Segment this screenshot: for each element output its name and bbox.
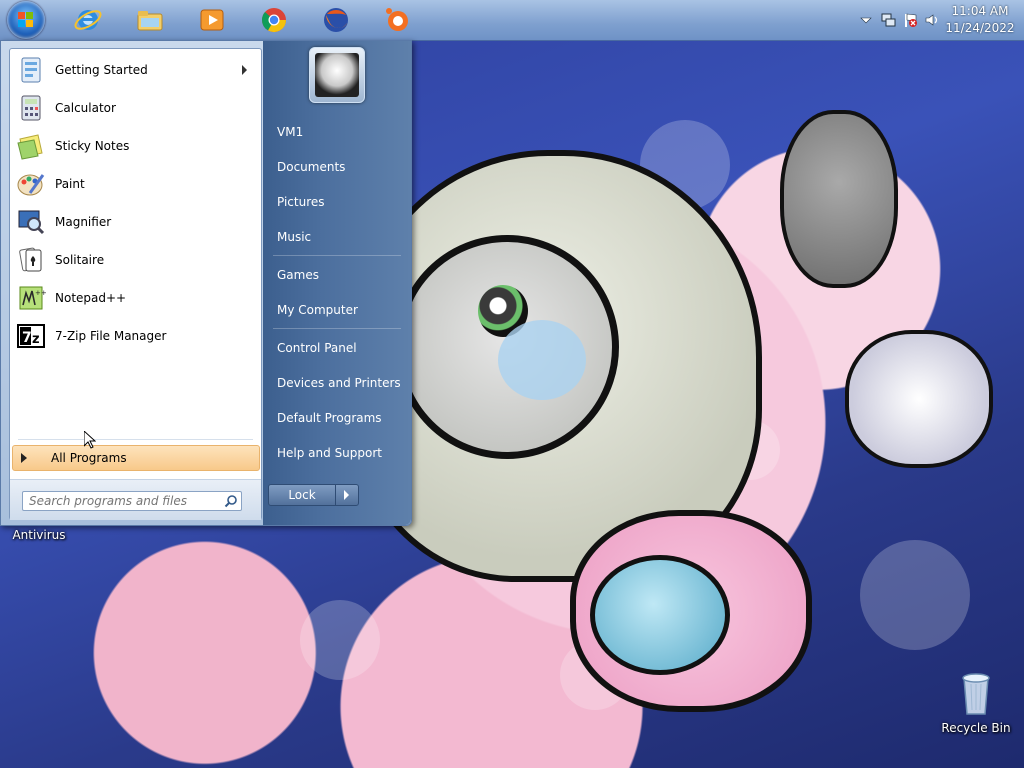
svg-text:7: 7	[22, 330, 32, 346]
taskbar-media-player[interactable]	[196, 4, 228, 36]
wallpaper-character-cheek	[498, 320, 586, 400]
desktop-icon-label: Recycle Bin	[941, 721, 1011, 735]
wallpaper-grey-bear	[780, 110, 898, 288]
program-label: 7-Zip File Manager	[55, 329, 167, 343]
solitaire-icon	[19, 247, 42, 272]
all-programs-button[interactable]: All Programs	[12, 445, 260, 471]
internet-explorer-icon	[74, 10, 102, 30]
getting-started-icon	[21, 57, 41, 83]
windows-flag-icon	[18, 12, 34, 28]
wallpaper-bunny	[845, 330, 993, 468]
programs-separator	[18, 439, 253, 440]
program-magnifier[interactable]: Magnifier	[12, 204, 257, 240]
place-user-folder[interactable]: VM1	[277, 125, 303, 139]
start-menu-programs-pane: Getting Started Calculator Sticky Notes	[9, 48, 262, 520]
places-separator	[273, 255, 401, 256]
magnifier-icon	[18, 210, 45, 235]
desktop-icon-recycle-bin[interactable]: Recycle Bin	[938, 670, 1014, 735]
taskbar-internet-explorer[interactable]	[72, 4, 104, 36]
program-label: Getting Started	[55, 63, 148, 77]
taskbar: 11:04 AM 11/24/2022	[0, 0, 1024, 41]
chevron-right-icon	[344, 490, 349, 500]
start-button[interactable]	[7, 1, 45, 39]
place-default-programs[interactable]: Default Programs	[277, 411, 382, 425]
search-input[interactable]	[22, 491, 242, 511]
search-area	[10, 479, 261, 520]
media-player-icon	[200, 9, 224, 31]
paint-icon	[17, 174, 45, 196]
calculator-icon	[21, 95, 41, 121]
taskbar-chrome[interactable]	[258, 4, 290, 36]
file-explorer-icon	[137, 11, 163, 31]
program-7zip[interactable]: 7 z 7-Zip File Manager	[12, 318, 257, 354]
action-center-flag-icon[interactable]	[902, 12, 918, 28]
place-help-and-support[interactable]: Help and Support	[277, 446, 382, 460]
start-menu: Getting Started Calculator Sticky Notes	[0, 40, 412, 526]
show-hidden-icons-icon[interactable]	[858, 12, 874, 28]
desktop-icon-antivirus[interactable]: Antivirus	[4, 528, 74, 542]
svg-text:++: ++	[35, 289, 46, 297]
wallpaper-bubble	[300, 600, 380, 680]
svg-text:z: z	[32, 332, 40, 347]
clock-time[interactable]: 11:04 AM	[940, 4, 1020, 18]
program-paint[interactable]: Paint	[12, 166, 257, 202]
places-separator	[273, 328, 401, 329]
program-notepad-plus-plus[interactable]: ++ Notepad++	[12, 280, 257, 316]
program-getting-started[interactable]: Getting Started	[12, 52, 257, 88]
user-account-picture[interactable]	[309, 47, 365, 103]
start-menu-places-pane: VM1 Documents Pictures Music Games My Co…	[263, 41, 411, 525]
program-label: Solitaire	[55, 253, 105, 267]
place-devices-and-printers[interactable]: Devices and Printers	[277, 376, 401, 390]
taskbar-firefox[interactable]	[320, 4, 352, 36]
avast-icon	[386, 8, 408, 31]
program-calculator[interactable]: Calculator	[12, 90, 257, 126]
place-music[interactable]: Music	[277, 230, 311, 244]
chrome-icon	[261, 8, 286, 33]
search-icon[interactable]	[224, 494, 238, 508]
program-sticky-notes[interactable]: Sticky Notes	[12, 128, 257, 164]
sticky-notes-icon	[17, 134, 43, 160]
wallpaper-bubble	[860, 540, 970, 650]
place-games[interactable]: Games	[277, 268, 319, 282]
shutdown-options-button[interactable]	[335, 484, 359, 506]
program-label: Magnifier	[55, 215, 112, 229]
program-solitaire[interactable]: Solitaire	[12, 242, 257, 278]
recycle-bin-icon	[962, 673, 990, 715]
mouse-cursor-icon	[84, 431, 96, 449]
submenu-arrow-icon	[242, 65, 247, 75]
lock-button[interactable]: Lock	[268, 484, 336, 506]
wallpaper-pink-cat-helmet	[590, 555, 730, 675]
network-icon[interactable]	[880, 12, 896, 28]
avatar	[315, 53, 359, 97]
clock-date[interactable]: 11/24/2022	[940, 21, 1020, 35]
program-label: Calculator	[55, 101, 116, 115]
all-programs-arrow-icon	[21, 453, 27, 463]
place-my-computer[interactable]: My Computer	[277, 303, 358, 317]
place-control-panel[interactable]: Control Panel	[277, 341, 357, 355]
taskbar-file-explorer[interactable]	[134, 4, 166, 36]
program-label: Notepad++	[55, 291, 127, 305]
place-pictures[interactable]: Pictures	[277, 195, 325, 209]
notepadpp-icon: ++	[19, 286, 46, 310]
place-documents[interactable]: Documents	[277, 160, 345, 174]
taskbar-avast[interactable]	[382, 4, 414, 36]
7zip-icon: 7 z	[17, 324, 45, 348]
desktop-icon-label: Antivirus	[12, 528, 66, 542]
system-tray: 11:04 AM 11/24/2022	[834, 0, 1024, 40]
program-label: Sticky Notes	[55, 139, 130, 153]
program-label: Paint	[55, 177, 85, 191]
all-programs-label: All Programs	[51, 451, 127, 465]
firefox-icon	[324, 8, 348, 32]
volume-icon[interactable]	[924, 12, 940, 28]
